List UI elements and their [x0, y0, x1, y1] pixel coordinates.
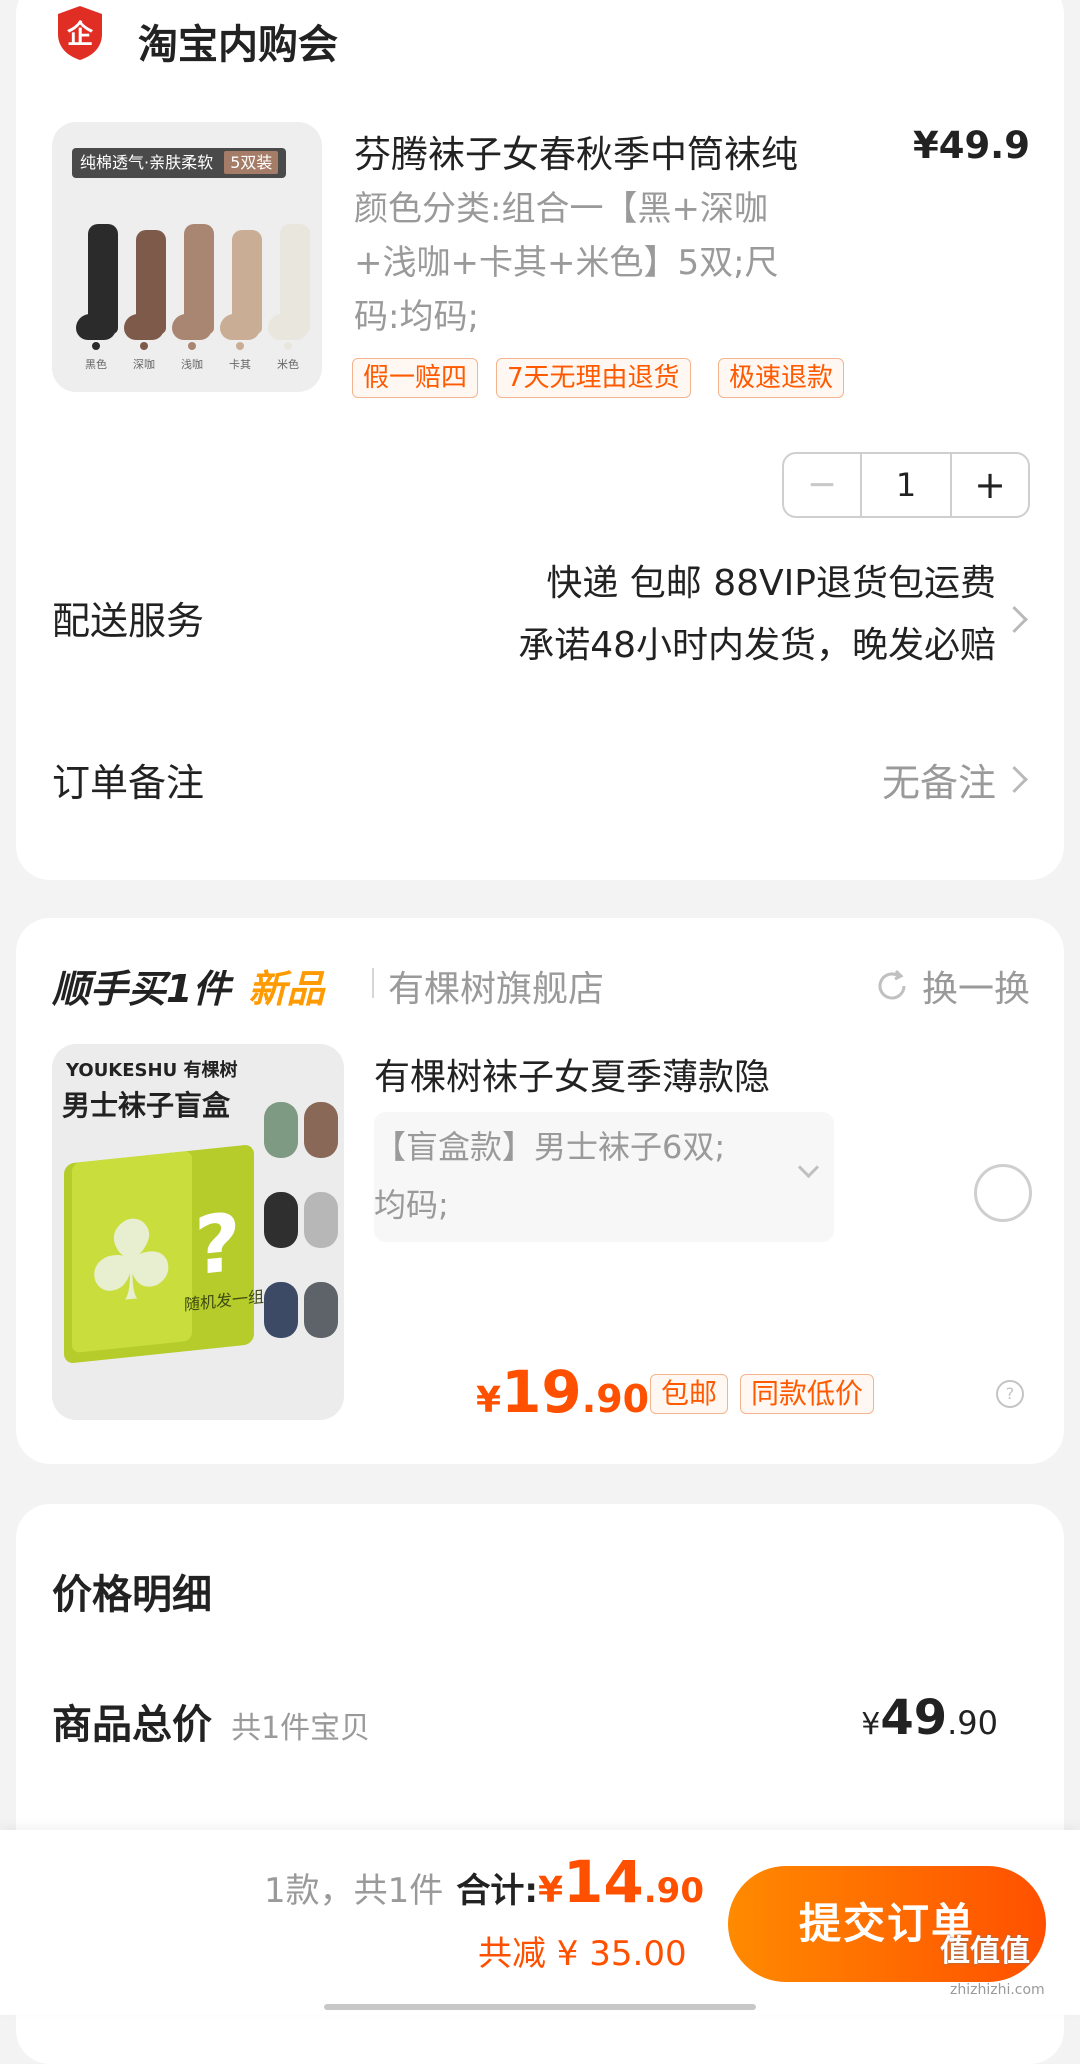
delivery-label: 配送服务 [52, 599, 205, 643]
remark-row[interactable]: 订单备注 无备注 [16, 738, 1064, 818]
watermark: 值值值 [940, 1926, 1030, 1970]
service-tag: 7天无理由退货 [496, 358, 691, 398]
addon-price-symbol: ¥ [476, 1380, 502, 1421]
color-label: 米色 [277, 358, 299, 371]
sku-line: +浅咖+卡其+米色】5双;尺 [354, 243, 779, 283]
addon-sku-line: 【盲盒款】男士袜子6双; [374, 1128, 726, 1166]
color-dot [236, 342, 244, 350]
quantity-value[interactable]: 1 [862, 454, 950, 516]
decrement-button[interactable]: − [784, 454, 862, 516]
addon-price-dec: .90 [581, 1377, 650, 1421]
shop-name[interactable]: 淘宝内购会 [138, 12, 338, 70]
sock-illustration: 黑色 深咖 浅咖 卡其 米色 [52, 122, 322, 392]
color-dot [188, 342, 196, 350]
total-symbol: ¥ [861, 1707, 881, 1742]
chevron-right-icon [1001, 766, 1028, 793]
total-label-text: 商品总价 [52, 1702, 212, 1748]
sum-int: 14 [563, 1848, 644, 1916]
sock-swatch [124, 230, 166, 340]
footer-summary: 1款，共1件 合计:¥14.90 [264, 1848, 704, 1916]
item-count: 1款，共1件 [264, 1871, 444, 1911]
watermark-text: 值值值 [940, 1934, 1030, 1969]
mystery-box: ♣ ? 随机发一组 [64, 1144, 264, 1364]
sum-symbol: ¥ [537, 1870, 564, 1911]
addon-sku-line: 均码; [374, 1186, 449, 1224]
product-sku[interactable]: 颜色分类:组合一【黑+深咖 +浅咖+卡其+米色】5双;尺 码:均码; [354, 182, 779, 344]
addon-sku-select[interactable]: 【盲盒款】男士袜子6双; 均码; [374, 1112, 834, 1242]
addon-card: 顺手买1件 新品 有棵树旗舰店 换一换 YOUKESHU 有棵树 男士袜子盲盒 … [16, 918, 1064, 1464]
order-card: 企 淘宝内购会 纯棉透气·亲肤柔软 5双装 黑色 深咖 浅咖 卡其 米色 芬腾袜子女春秋… [16, 0, 1064, 880]
chevron-right-icon [1001, 606, 1028, 633]
sock-swatch [268, 224, 310, 340]
addon-price: ¥19.90 [476, 1358, 649, 1426]
discount-amount: 共减 ¥ 35.00 [478, 1934, 687, 1974]
color-dot [284, 342, 292, 350]
color-label: 深咖 [133, 358, 155, 371]
sum-label: 合计: [456, 1871, 538, 1911]
delivery-row[interactable]: 配送服务 快递 包邮 88VIP退货包运费 承诺48小时内发货，晚发必赔 [16, 550, 1064, 670]
sock-swatch [172, 224, 214, 340]
color-label: 浅咖 [181, 358, 203, 371]
shop-logo-glyph: 企 [66, 20, 93, 50]
addon-image-brand: YOUKESHU 有棵树 [66, 1060, 238, 1081]
addon-tag: 包邮 [650, 1374, 729, 1414]
addon-image-title: 男士袜子盲盒 [62, 1089, 231, 1122]
addon-heading: 顺手买1件 新品 [52, 958, 325, 1013]
product-price: ¥49.9 [912, 124, 1030, 167]
divider [372, 968, 374, 998]
addon-tag: 同款低价 [740, 1374, 875, 1414]
sku-line: 码:均码; [354, 297, 479, 337]
sock-swatch [76, 224, 118, 340]
shop-logo-icon: 企 [54, 4, 106, 62]
quantity-stepper: − 1 + [782, 452, 1030, 518]
delivery-line2: 承诺48小时内发货，晚发必赔 [518, 625, 996, 666]
service-tag: 假一赔四 [352, 358, 479, 398]
total-dec: .90 [947, 1704, 998, 1742]
increment-button[interactable]: + [950, 454, 1028, 516]
refresh-label: 换一换 [921, 969, 1030, 1010]
color-label: 黑色 [85, 358, 107, 371]
addon-title[interactable]: 有棵树袜子女夏季薄款隐 [374, 1048, 770, 1100]
chevron-down-icon [797, 1156, 820, 1179]
addon-heading-tag: 新品 [248, 967, 325, 1011]
total-int: 49 [880, 1690, 948, 1746]
addon-price-int: 19 [501, 1358, 582, 1426]
addon-store[interactable]: 有棵树旗舰店 [388, 960, 604, 1012]
color-dot [92, 342, 100, 350]
addon-image[interactable]: YOUKESHU 有棵树 男士袜子盲盒 ♣ ? 随机发一组 [52, 1044, 344, 1420]
sum-dec: .90 [643, 1871, 704, 1911]
remark-label: 订单备注 [52, 761, 205, 805]
watermark-url: zhizhizhi.com [950, 1982, 1045, 1998]
total-value: ¥49.90 [861, 1690, 998, 1746]
product-title[interactable]: 芬腾袜子女春秋季中筒袜纯 [354, 124, 798, 178]
addon-select-radio[interactable] [974, 1164, 1032, 1222]
home-indicator [324, 2004, 756, 2010]
total-label: 商品总价 共1件宝贝 [52, 1692, 370, 1750]
color-label: 卡其 [229, 358, 251, 371]
refresh-icon [878, 969, 906, 1000]
price-detail-title: 价格明细 [52, 1572, 212, 1618]
sock-swatch [220, 230, 262, 340]
footer-bar: 1款，共1件 合计:¥14.90 共减 ¥ 35.00 提交订单 值值值 zhi… [0, 1830, 1080, 2015]
remark-value: 无备注 [881, 761, 996, 805]
refresh-button[interactable]: 换一换 [874, 960, 1030, 1012]
addon-heading-text: 顺手买1件 [52, 967, 231, 1011]
help-icon[interactable]: ? [996, 1380, 1024, 1408]
product-image[interactable]: 纯棉透气·亲肤柔软 5双装 黑色 深咖 浅咖 卡其 米色 [52, 122, 322, 392]
color-dot [140, 342, 148, 350]
total-sub: 共1件宝贝 [231, 1711, 371, 1746]
delivery-line1: 快递 包邮 88VIP退货包运费 [546, 563, 996, 604]
service-tag: 极速退款 [718, 358, 845, 398]
sku-line: 颜色分类:组合一【黑+深咖 [354, 189, 768, 229]
